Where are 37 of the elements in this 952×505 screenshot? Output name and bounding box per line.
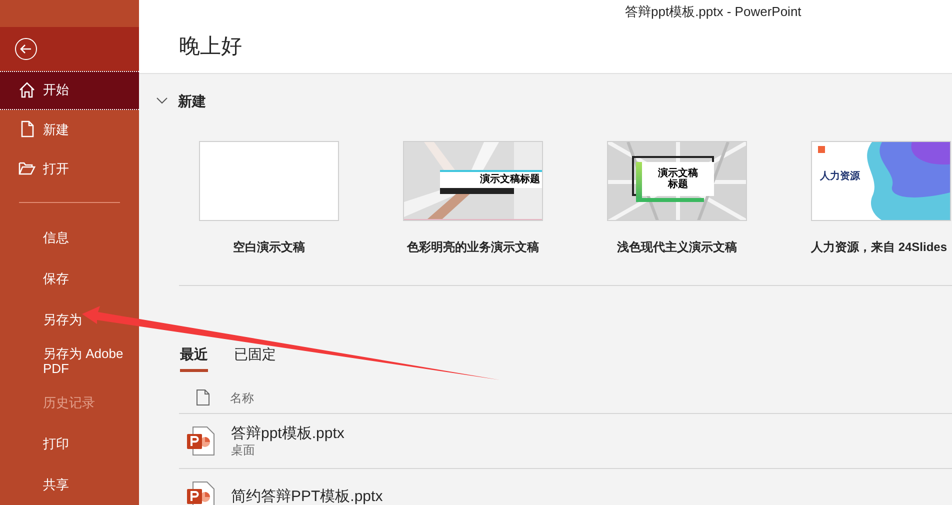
sidebar-item[interactable]: 新建 — [0, 110, 139, 149]
slide-title: 演示文稿标题 — [480, 175, 540, 185]
file-row[interactable]: 简约答辩PPT模板.pptx — [179, 469, 952, 505]
section-title: 新建 — [178, 92, 206, 110]
sidebar-item[interactable]: 开始 — [0, 70, 139, 110]
back-arrow-icon — [20, 44, 32, 54]
home-icon — [18, 81, 36, 100]
template-thumbnail[interactable]: 演示文稿标题 — [403, 141, 543, 221]
sidebar-item[interactable]: 另存为 — [0, 299, 139, 340]
column-header: 名称 — [230, 390, 254, 406]
file-location: 桌面 — [231, 443, 256, 458]
greeting: 晚上好 — [179, 36, 242, 57]
tab[interactable]: 最近 — [180, 344, 208, 372]
template-label[interactable]: 人力资源，来自 24Slides — [811, 238, 948, 256]
chevron-icon[interactable] — [156, 97, 168, 105]
sidebar-item[interactable]: 保存 — [0, 258, 139, 299]
blank-template-thumbnail[interactable] — [199, 141, 339, 221]
template-thumbnail[interactable]: 演示文稿标题 — [607, 141, 747, 221]
template-thumbnail[interactable]: 人力资源 — [811, 141, 951, 221]
document-icon — [196, 389, 210, 406]
file-row[interactable]: 答辩ppt模板.pptx 桌面 — [179, 414, 952, 469]
window-title: 答辩ppt模板.pptx - PowerPoint — [625, 3, 802, 21]
template-label[interactable]: 空白演示文稿 — [233, 238, 305, 256]
slide-title: 演示文稿标题 — [658, 168, 698, 190]
tab[interactable]: 已固定 — [234, 344, 276, 372]
sidebar-item[interactable]: 信息 — [0, 217, 139, 258]
slide-title: 人力资源 — [820, 172, 860, 182]
sidebar-item[interactable]: 共享 — [0, 464, 139, 505]
file-name: 答辩ppt模板.pptx — [231, 424, 344, 443]
sidebar-item[interactable]: 另存为 Adobe PDF — [0, 340, 139, 382]
file-name: 简约答辩PPT模板.pptx — [231, 486, 383, 505]
powerpoint-file-icon — [187, 426, 215, 456]
sidebar-item[interactable]: 打开 — [0, 148, 139, 188]
template-label[interactable]: 色彩明亮的业务演示文稿 — [407, 238, 539, 256]
sidebar-item[interactable]: 打印 — [0, 423, 139, 464]
back-button[interactable] — [15, 38, 37, 60]
template-label[interactable]: 浅色现代主义演示文稿 — [617, 238, 737, 256]
